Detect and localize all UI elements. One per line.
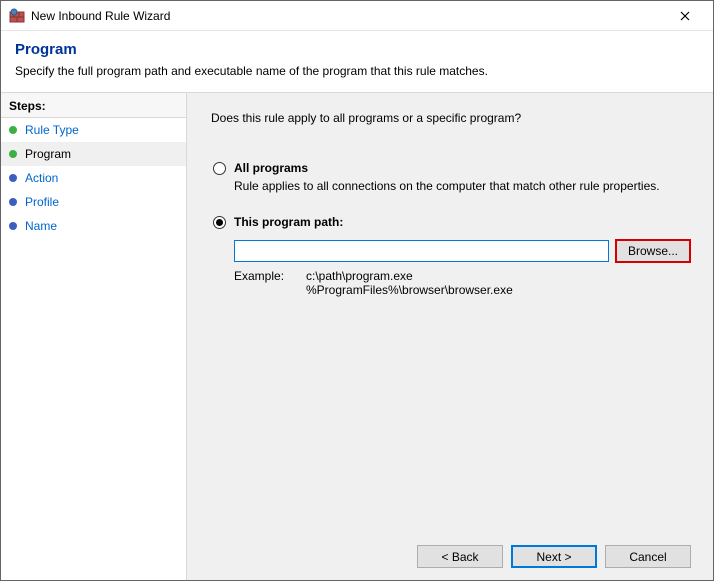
option-path-title: This program path:: [234, 215, 343, 229]
button-bar: < Back Next > Cancel: [209, 533, 691, 568]
radio-this-program-path[interactable]: [213, 216, 226, 229]
step-profile[interactable]: Profile: [1, 190, 186, 214]
cancel-button[interactable]: Cancel: [605, 545, 691, 568]
step-label: Name: [25, 219, 57, 233]
step-bullet-icon: [9, 198, 17, 206]
step-name[interactable]: Name: [1, 214, 186, 238]
example-text: c:\path\program.exe %ProgramFiles%\brows…: [306, 269, 513, 297]
option-this-program-path[interactable]: This program path:: [213, 215, 691, 229]
window-title: New Inbound Rule Wizard: [31, 9, 665, 23]
step-bullet-icon: [9, 126, 17, 134]
titlebar: New Inbound Rule Wizard: [1, 1, 713, 31]
step-action[interactable]: Action: [1, 166, 186, 190]
program-path-row: Browse...: [234, 239, 691, 263]
step-bullet-icon: [9, 150, 17, 158]
body: Steps: Rule Type Program Action Profile …: [1, 93, 713, 580]
radio-all-programs[interactable]: [213, 162, 226, 175]
step-label: Program: [25, 147, 71, 161]
back-button[interactable]: < Back: [417, 545, 503, 568]
step-bullet-icon: [9, 174, 17, 182]
question-text: Does this rule apply to all programs or …: [211, 111, 691, 125]
program-path-input[interactable]: [234, 240, 609, 262]
browse-button[interactable]: Browse...: [615, 239, 691, 263]
close-button[interactable]: [665, 2, 705, 30]
page-title: Program: [15, 41, 699, 58]
wizard-window: New Inbound Rule Wizard Program Specify …: [0, 0, 714, 581]
page-subtitle: Specify the full program path and execut…: [15, 64, 699, 78]
content-panel: Does this rule apply to all programs or …: [187, 93, 713, 580]
next-button[interactable]: Next >: [511, 545, 597, 568]
option-all-desc: Rule applies to all connections on the c…: [234, 179, 691, 193]
step-label: Profile: [25, 195, 59, 209]
step-label: Action: [25, 171, 58, 185]
firewall-icon: [9, 8, 25, 24]
example-label: Example:: [234, 269, 306, 297]
step-bullet-icon: [9, 222, 17, 230]
option-all-title: All programs: [234, 161, 308, 175]
step-rule-type[interactable]: Rule Type: [1, 118, 186, 142]
header: Program Specify the full program path an…: [1, 31, 713, 93]
step-program[interactable]: Program: [1, 142, 186, 166]
sidebar: Steps: Rule Type Program Action Profile …: [1, 93, 187, 580]
example-row: Example: c:\path\program.exe %ProgramFil…: [234, 269, 691, 297]
option-all-programs[interactable]: All programs: [213, 161, 691, 175]
step-label: Rule Type: [25, 123, 79, 137]
steps-heading: Steps:: [1, 93, 186, 118]
